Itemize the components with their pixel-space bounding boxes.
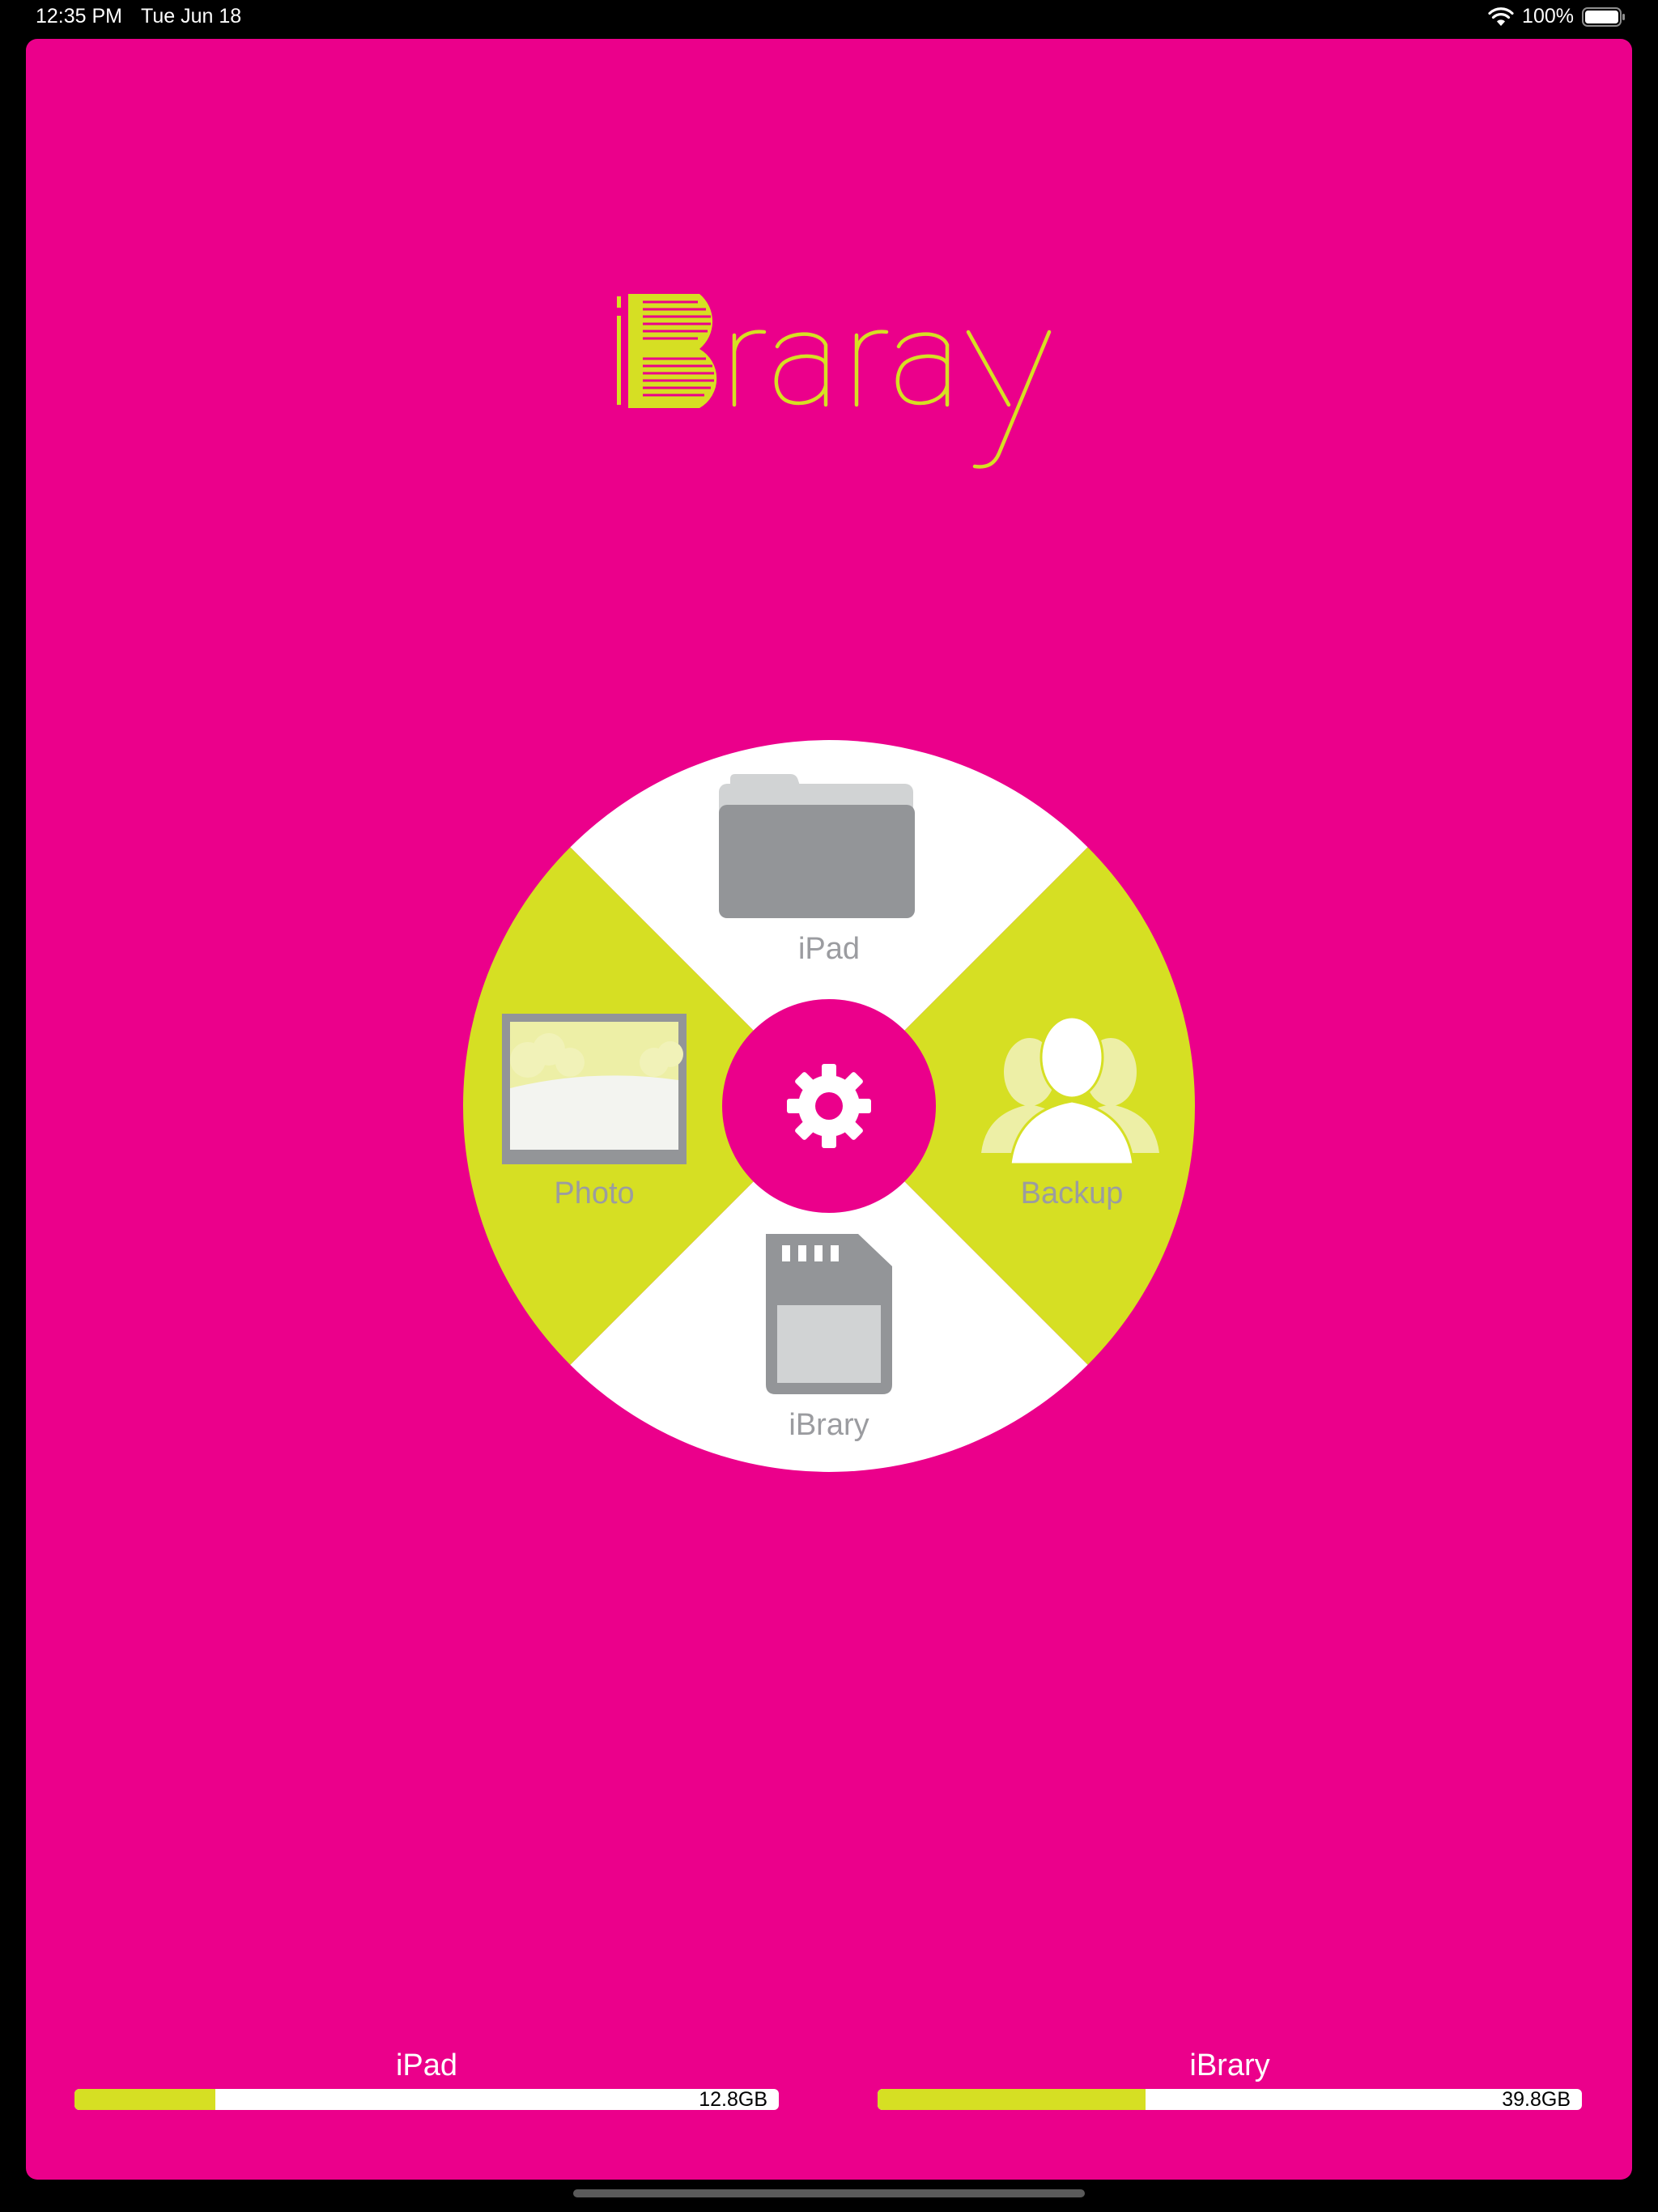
status-right: 100% <box>1488 5 1626 28</box>
battery-percent: 100% <box>1522 5 1574 28</box>
backup-label: Backup <box>1021 1176 1124 1210</box>
ibrary-logo: iBrary <box>617 294 1052 469</box>
photo-icon <box>502 1014 687 1164</box>
battery-icon <box>1582 6 1625 27</box>
sd-card-icon <box>766 1234 892 1394</box>
storage-ipad-fill <box>74 2089 215 2110</box>
ibrary-label: iBrary <box>789 1408 869 1442</box>
storage-ipad-bar: 12.8GB <box>74 2089 779 2110</box>
status-date: Tue Jun 18 <box>141 5 242 28</box>
storage-ibrary-title: iBrary <box>1189 2048 1270 2082</box>
app-panel: iBrary <box>26 39 1632 2180</box>
photo-label: Photo <box>554 1176 634 1210</box>
status-bar: 12:35 PM Tue Jun 18 100% <box>0 0 1658 36</box>
storage-ipad: iPad 12.8GB <box>74 2047 779 2110</box>
radial-menu: iPad Photo Backup iBrary <box>463 740 1195 1472</box>
storage-ibrary-bar: 39.8GB <box>878 2089 1582 2110</box>
folder-icon <box>719 774 915 918</box>
storage-ibrary-fill <box>878 2089 1146 2110</box>
storage-ibrary-value: 39.8GB <box>1502 2089 1571 2110</box>
home-indicator[interactable] <box>573 2189 1085 2197</box>
storage-ibrary: iBrary 39.8GB <box>878 2047 1582 2110</box>
ipad-label: iPad <box>798 932 860 966</box>
wifi-icon <box>1488 6 1514 26</box>
storage-ipad-value: 12.8GB <box>699 2089 767 2110</box>
settings-button[interactable] <box>722 999 936 1213</box>
status-time: 12:35 PM <box>36 5 123 28</box>
storage-ipad-title: iPad <box>395 2048 458 2082</box>
gear-icon <box>787 1064 871 1148</box>
